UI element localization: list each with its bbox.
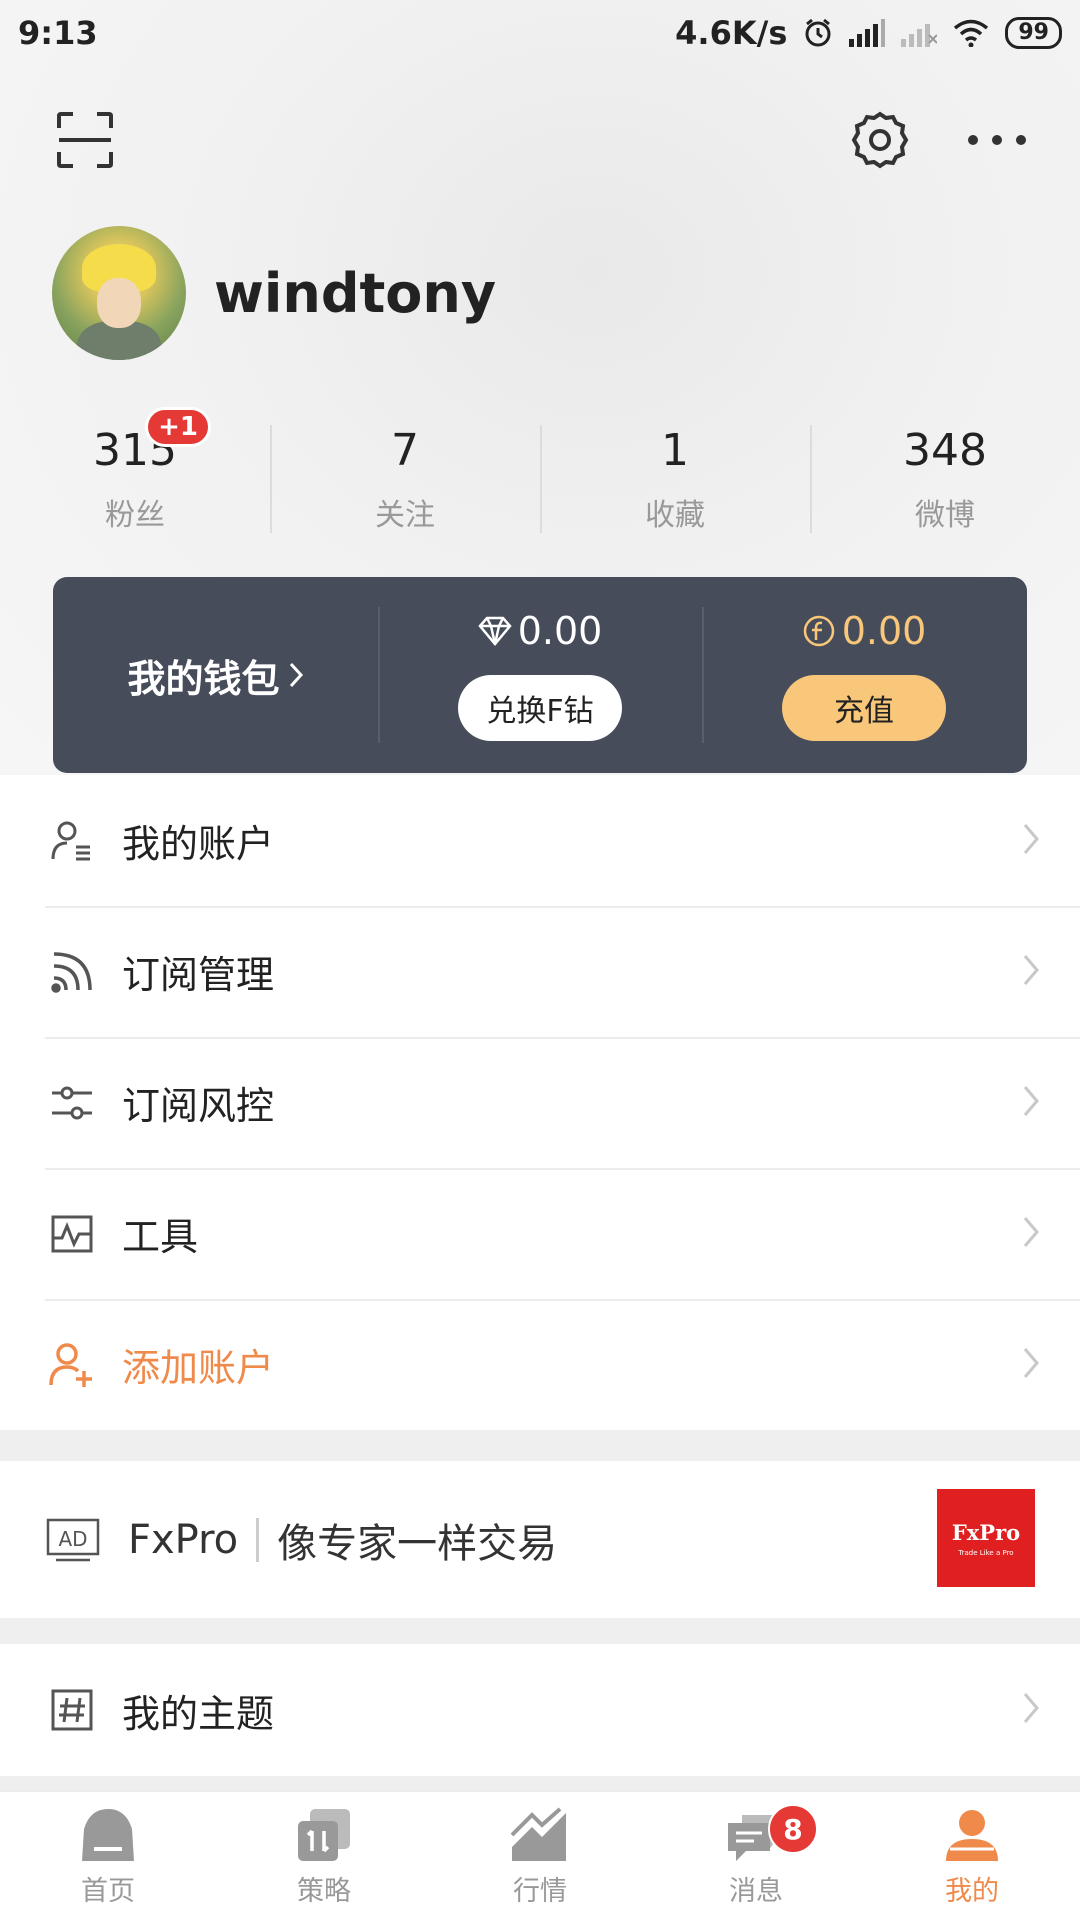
- wifi-icon: [953, 19, 989, 47]
- chevron-right-icon: [1022, 822, 1040, 860]
- menu-item-subscription-risk[interactable]: 订阅风控: [0, 1037, 1080, 1168]
- settings-gear-icon[interactable]: [850, 110, 910, 170]
- sliders-icon: [48, 1079, 96, 1127]
- chevron-right-icon: [1022, 1215, 1040, 1253]
- chevron-right-icon: [1022, 1691, 1040, 1729]
- stat-favorites[interactable]: 1 收藏: [540, 415, 810, 540]
- menu-item-tools[interactable]: 工具: [0, 1168, 1080, 1299]
- account-icon: [48, 817, 96, 865]
- tab-label-strategy: 策略: [297, 1875, 351, 1907]
- chevron-right-icon: [288, 661, 304, 689]
- scan-icon[interactable]: [55, 110, 115, 170]
- chevron-right-icon: [1022, 1346, 1040, 1384]
- menu-label-my-topics: 我的主题: [122, 1691, 275, 1736]
- pulse-chart-icon: [48, 1210, 96, 1258]
- ad-brand: FxPro: [128, 1516, 239, 1563]
- diamond-icon: [478, 616, 512, 646]
- hashtag-icon: [48, 1686, 96, 1734]
- menu-item-my-account[interactable]: 我的账户: [0, 775, 1080, 906]
- rss-icon: [48, 948, 96, 996]
- status-bar: 9:13 4.6K/s 99: [0, 0, 1080, 66]
- tab-messages[interactable]: 消息 8: [648, 1792, 864, 1922]
- status-icons: 4.6K/s 99: [675, 14, 1062, 52]
- tab-label-market: 行情: [513, 1875, 567, 1907]
- chevron-right-icon: [1022, 1084, 1040, 1122]
- profile-icon: [942, 1807, 1002, 1863]
- ad-separator: [256, 1517, 260, 1562]
- stat-posts[interactable]: 348 微博: [810, 415, 1080, 540]
- stat-favorites-label: 收藏: [645, 498, 705, 533]
- top-actions: [0, 100, 1080, 180]
- tab-label-messages: 消息: [729, 1875, 783, 1907]
- chevron-right-icon: [1022, 953, 1040, 991]
- battery-indicator: 99: [1005, 17, 1062, 49]
- recharge-button[interactable]: 充值: [782, 675, 946, 741]
- stat-following-label: 关注: [375, 498, 435, 533]
- fxpro-logo-sub: Trade Like a Pro: [958, 1548, 1014, 1557]
- tab-profile[interactable]: 我的: [864, 1792, 1080, 1922]
- status-time: 9:13: [18, 14, 98, 52]
- menu-label-my-account: 我的账户: [122, 822, 275, 866]
- settings-menu: 我的账户 订阅管理 订阅风控 工具 添加账户: [0, 775, 1080, 1430]
- menu-item-add-account[interactable]: 添加账户: [0, 1299, 1080, 1430]
- stat-following-value: 7: [391, 425, 419, 476]
- wallet-title: 我的钱包: [127, 656, 280, 701]
- fans-new-badge: +1: [145, 407, 211, 447]
- stat-fans[interactable]: 315 +1 粉丝: [0, 407, 270, 540]
- menu-item-my-topics[interactable]: 我的主题: [0, 1644, 1080, 1776]
- menu-item-subscription-manage[interactable]: 订阅管理: [0, 906, 1080, 1037]
- menu-label-tools: 工具: [122, 1215, 199, 1259]
- net-speed: 4.6K/s: [675, 14, 788, 52]
- stat-fans-wrap: 315 +1: [93, 407, 211, 476]
- tab-label-home: 首页: [81, 1875, 135, 1907]
- tab-label-profile: 我的: [945, 1875, 999, 1907]
- menu-label-add-account: 添加账户: [122, 1346, 275, 1390]
- coin-icon: [802, 614, 836, 648]
- fxpro-logo: FxPro Trade Like a Pro: [937, 1489, 1035, 1587]
- more-options-icon[interactable]: [965, 128, 1029, 152]
- profile-header: windtony: [52, 226, 496, 360]
- fxpro-logo-text: FxPro: [951, 1519, 1021, 1545]
- stat-posts-value: 348: [903, 425, 987, 476]
- bottom-tab-bar: 首页 策略 行情 消息 8 我的: [0, 1790, 1080, 1922]
- ad-tag-text: AD: [58, 1527, 87, 1551]
- stat-following[interactable]: 7 关注: [270, 415, 540, 540]
- ad-slogan: 像专家一样交易: [277, 1520, 558, 1567]
- coin-amount: 0.00: [841, 609, 927, 653]
- stat-fans-label: 粉丝: [105, 498, 165, 533]
- menu-label-subscription-manage: 订阅管理: [122, 953, 275, 997]
- exchange-diamond-button[interactable]: 兑换F钻: [458, 675, 622, 741]
- coin-balance: 0.00 充值: [702, 577, 1026, 773]
- ad-banner[interactable]: AD FxPro 像专家一样交易 FxPro Trade Like a Pro: [0, 1461, 1080, 1618]
- avatar-face: [97, 278, 141, 328]
- wallet-card: 我的钱包 0.00 兑换F钻 0.00 充值: [53, 577, 1027, 773]
- strategy-icon: [294, 1807, 354, 1863]
- stat-favorites-value: 1: [661, 425, 689, 476]
- market-icon: [510, 1807, 570, 1863]
- profile-stats: 315 +1 粉丝 7 关注 1 收藏 348 微博: [0, 407, 1080, 540]
- alarm-icon: [803, 18, 833, 48]
- add-user-icon: [48, 1341, 96, 1389]
- tab-strategy[interactable]: 策略: [216, 1792, 432, 1922]
- diamond-balance: 0.00 兑换F钻: [378, 577, 702, 773]
- signal-2-icon: [901, 19, 938, 47]
- tab-home[interactable]: 首页: [0, 1792, 216, 1922]
- home-icon: [78, 1807, 138, 1863]
- ad-tag-icon: AD: [46, 1518, 100, 1562]
- messages-unread-badge: 8: [768, 1804, 818, 1854]
- signal-icon: [849, 19, 886, 47]
- diamond-amount: 0.00: [517, 609, 603, 653]
- username[interactable]: windtony: [214, 262, 496, 325]
- avatar[interactable]: [52, 226, 186, 360]
- menu-label-subscription-risk: 订阅风控: [122, 1084, 275, 1128]
- stat-posts-label: 微博: [915, 498, 975, 533]
- wallet-title-link[interactable]: 我的钱包: [53, 577, 378, 773]
- tab-market[interactable]: 行情: [432, 1792, 648, 1922]
